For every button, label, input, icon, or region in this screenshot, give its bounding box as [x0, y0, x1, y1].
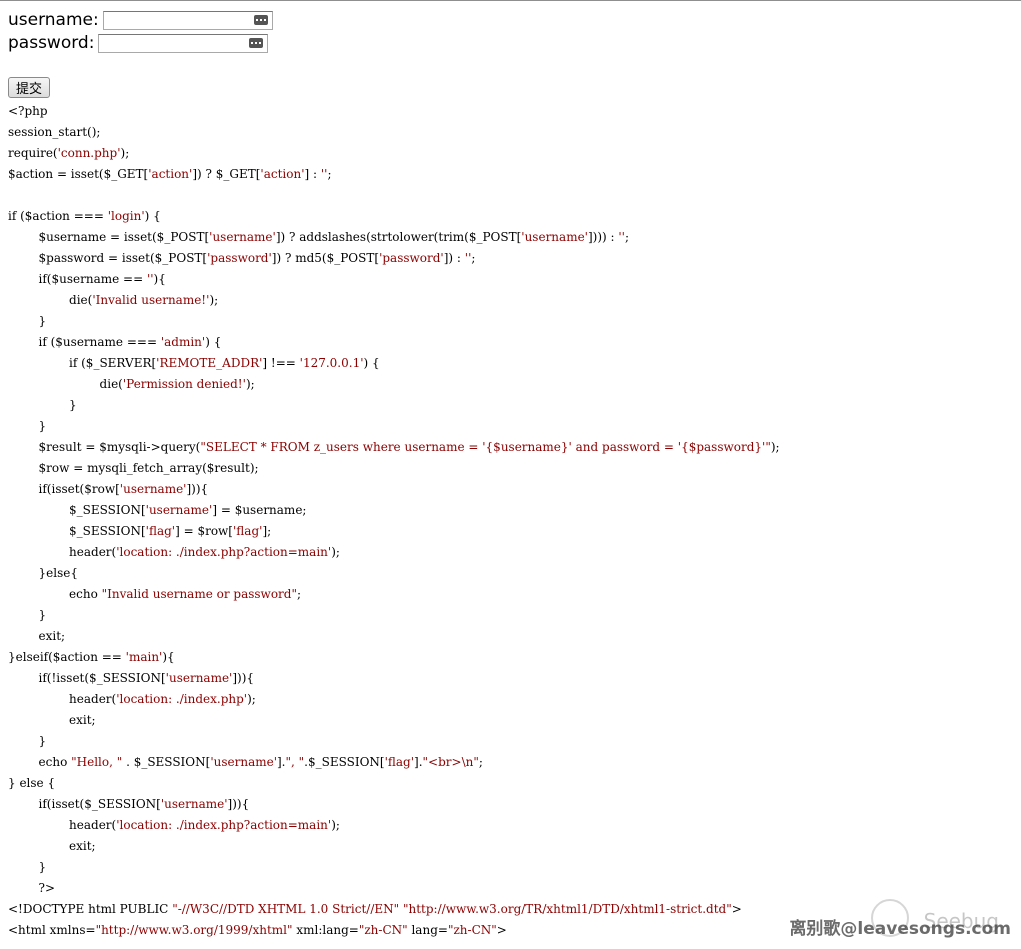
- username-field-wrapper[interactable]: [102, 10, 273, 32]
- code-line: if(!isset($_SESSION['username'])){: [8, 671, 255, 685]
- code-line: }: [8, 314, 47, 328]
- code-line: }elseif($action == 'main'){: [8, 650, 175, 664]
- code-line: $row = mysqli_fetch_array($result);: [8, 461, 259, 475]
- code-line: if ($_SERVER['REMOTE_ADDR'] !== '127.0.0…: [8, 356, 380, 370]
- code-line: $_SESSION['flag'] = $row['flag'];: [8, 524, 272, 538]
- username-label: username:: [8, 10, 99, 30]
- code-line: header('location: ./index.php?action=mai…: [8, 545, 340, 559]
- code-line: exit;: [8, 713, 96, 727]
- code-line: echo "Hello, " . $_SESSION['username']."…: [8, 755, 483, 769]
- password-input[interactable]: [99, 37, 249, 55]
- code-line: $action = isset($_GET['action']) ? $_GET…: [8, 167, 332, 181]
- password-row: password:: [8, 32, 269, 55]
- code-line: $result = $mysqli->query("SELECT * FROM …: [8, 440, 780, 454]
- code-line: if ($username === 'admin') {: [8, 335, 222, 349]
- code-line: die('Invalid username!');: [8, 293, 219, 307]
- code-line: $_SESSION['username'] = $username;: [8, 503, 307, 517]
- code-line: }: [8, 419, 47, 433]
- code-line: header('location: ./index.php?action=mai…: [8, 818, 340, 832]
- password-manager-key-icon[interactable]: [249, 37, 264, 48]
- code-line: $password = isset($_POST['password']) ? …: [8, 251, 476, 265]
- password-label: password:: [8, 33, 95, 53]
- code-line: if($username == ''){: [8, 272, 166, 286]
- code-line: }: [8, 398, 77, 412]
- code-line: }: [8, 734, 47, 748]
- code-line: }: [8, 608, 47, 622]
- code-line: if(isset($row['username'])){: [8, 482, 209, 496]
- code-line: <?php: [8, 104, 48, 118]
- code-line: if(isset($_SESSION['username'])){: [8, 797, 250, 811]
- code-line: header('location: ./index.php');: [8, 692, 256, 706]
- code-line: exit;: [8, 629, 66, 643]
- password-manager-key-icon[interactable]: [253, 14, 268, 25]
- code-line: exit;: [8, 839, 96, 853]
- submit-button[interactable]: 提交: [8, 77, 50, 98]
- code-line: } else {: [8, 776, 56, 790]
- author-watermark: 离别歌@leavesongs.com: [789, 919, 1011, 939]
- code-line: require('conn.php');: [8, 146, 130, 160]
- username-input[interactable]: [103, 14, 253, 32]
- code-line: session_start();: [8, 125, 101, 139]
- code-line: die('Permission denied!');: [8, 377, 255, 391]
- window-top-border: [0, 0, 1021, 1]
- code-line: ?>: [8, 881, 56, 895]
- code-line: }: [8, 860, 47, 874]
- code-line: }else{: [8, 566, 78, 580]
- code-line: if ($action === 'login') {: [8, 209, 161, 223]
- code-line: $username = isset($_POST['username']) ? …: [8, 230, 630, 244]
- code-line: echo "Invalid username or password";: [8, 587, 302, 601]
- php-source-code: <?php session_start(); require('conn.php')…: [8, 101, 1013, 941]
- username-row: username:: [8, 9, 273, 32]
- password-field-wrapper[interactable]: [98, 33, 269, 55]
